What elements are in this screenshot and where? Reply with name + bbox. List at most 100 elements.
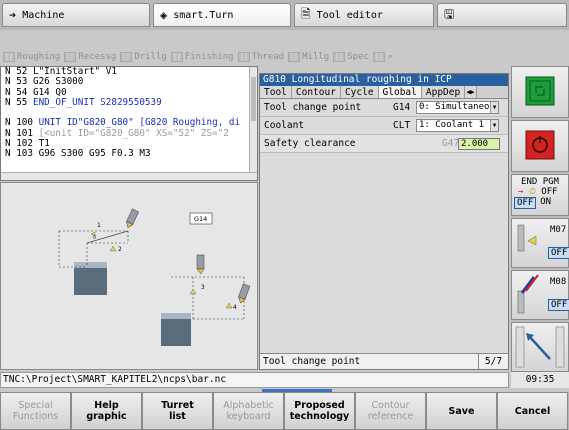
cancel-softkey[interactable]: Cancel (497, 392, 568, 430)
m07-coolant-button[interactable]: M07 OFF (511, 218, 569, 268)
special-functions-softkey[interactable]: Special Functions (0, 392, 71, 430)
softkey-bar: Special Functions Help graphic Turret li… (0, 392, 569, 430)
tab-cycle[interactable]: Cycle (340, 86, 379, 98)
chevron-down-icon[interactable]: ▼ (490, 102, 498, 113)
contour-reference-softkey[interactable]: Contour reference (355, 392, 426, 430)
help-graphic: G14 1 2 0 3 4 (0, 182, 258, 370)
arrow-right-icon: ➔ (9, 8, 17, 22)
row-safety-clearance: Safety clearance G47 2.000 (260, 135, 508, 153)
tool-change-point-label: Tool change point (264, 102, 362, 113)
m07-off-badge: OFF (548, 247, 569, 259)
mode-tab-bar: ➔ Machine ◈ smart.Turn 🗎 Tool editor 🖫 (0, 0, 569, 30)
tab-smart-turn-label: smart.Turn (173, 9, 234, 21)
off-option[interactable]: OFF (514, 197, 537, 209)
grid-icon (288, 51, 301, 62)
coolant-select[interactable]: 1: Coolant 1 c ▼ (416, 119, 499, 132)
tab-tool-editor[interactable]: 🗎 Tool editor (294, 3, 434, 27)
cycle-label: Thread (251, 51, 285, 62)
end-pgm-off-label: OFF (541, 187, 558, 197)
nc-stop-button[interactable] (511, 120, 569, 172)
tab-global[interactable]: Global (378, 86, 422, 98)
end-pgm-label: END PGM (521, 177, 559, 187)
grid-icon (170, 51, 183, 62)
chevron-down-icon[interactable]: ▼ (490, 120, 498, 131)
dialog-title: G810 Longitudinal roughing in ICP (260, 74, 508, 86)
tool-holder-3 (238, 283, 251, 304)
alphabetic-keyboard-softkey[interactable]: Alphabetic keyboard (213, 392, 284, 430)
dialog-status-bar: Tool change point 5/7 (260, 353, 508, 369)
cycle-milling[interactable]: Millg (288, 51, 330, 62)
machine-side-panel: END PGM → ⏲ OFF OFF ON M07 OFF M08 OFF (511, 66, 569, 372)
g14-label: G14 (194, 215, 207, 223)
turret-list-softkey[interactable]: Turret list (142, 392, 213, 430)
cycle-finishing[interactable]: Finishing (170, 51, 234, 62)
diamond-arrow-icon: ◈ (160, 8, 168, 22)
document-icon: 🗎 (301, 6, 311, 21)
cycle-label: ↗ (386, 51, 393, 62)
line-text: END_OF_UNIT S2829550539 (27, 96, 162, 108)
coolant-gcode: CLT (393, 120, 411, 131)
cycle-label: Drillg (134, 51, 167, 62)
vertical-scrollbar[interactable] (249, 67, 257, 180)
arrow-diagonal-icon (515, 326, 565, 368)
cycle-group-bar: Roughing Recessg Drillg Finishing Thread… (0, 49, 509, 64)
tab-contour[interactable]: Contour (291, 86, 341, 98)
move-label-4: 4 (233, 304, 237, 311)
coolant-value: 1: Coolant 1 c (419, 120, 495, 130)
cycle-label: Millg (302, 51, 330, 62)
cycle-drilling[interactable]: Drillg (120, 51, 167, 62)
grid-icon (237, 51, 250, 62)
save-softkey[interactable]: Save (426, 392, 497, 430)
nc-stop-icon (525, 130, 555, 160)
cycle-recessing[interactable]: Recessg (64, 51, 116, 62)
tab-smart-turn[interactable]: ◈ smart.Turn (153, 3, 291, 27)
status-text: Tool change point (263, 356, 361, 367)
m08-off-badge: OFF (548, 299, 569, 311)
tab-machine-label: Machine (22, 9, 65, 21)
tool-change-graphic: G14 1 2 0 3 4 (58, 208, 251, 346)
line-text: [<unit ID="G820_G80" XS="52" ZS="2 (33, 127, 229, 139)
help-graphic-softkey[interactable]: Help graphic (71, 392, 142, 430)
scroll-thumb[interactable] (251, 77, 256, 121)
horizontal-scrollbar[interactable] (1, 172, 257, 180)
program-line[interactable]: N 55 END_OF_UNIT S2829550539 (1, 96, 257, 108)
tab-tool-editor-label: Tool editor (316, 9, 383, 21)
cycle-label: Finishing (184, 51, 234, 62)
grid-icon (372, 51, 385, 62)
tab-scroll-arrows-icon[interactable]: ◀▶ (465, 86, 477, 98)
move-label-3: 3 (201, 284, 205, 291)
coolant-label: Coolant (264, 120, 305, 131)
workpiece-left-highlight (74, 262, 107, 268)
feed-override-button[interactable] (511, 322, 569, 372)
file-path-bar: TNC:\Project\SMART_KAPITEL2\ncps\bar.nc (0, 372, 509, 388)
cycle-thread[interactable]: Thread (237, 51, 285, 62)
cycle-roughing[interactable]: Roughing (3, 51, 61, 62)
safety-clearance-input[interactable]: 2.000 (458, 137, 500, 150)
cycle-more[interactable]: ↗ (372, 51, 393, 62)
grid-icon (333, 51, 346, 62)
tab-appdep[interactable]: AppDep (421, 86, 466, 98)
m07-label: M07 (550, 225, 567, 235)
on-option[interactable]: ON (540, 197, 551, 209)
tool-holder-1 (126, 208, 140, 229)
grid-icon (3, 51, 15, 62)
cycle-dialog: G810 Longitudinal roughing in ICP Tool C… (259, 73, 509, 370)
end-pgm-toggle[interactable]: END PGM → ⏲ OFF OFF ON (511, 174, 569, 216)
tab-machine[interactable]: ➔ Machine (2, 3, 150, 27)
row-coolant: Coolant CLT 1: Coolant 1 c ▼ (260, 117, 508, 135)
cycle-special[interactable]: Spec (333, 51, 369, 62)
tab-save[interactable]: 🖫 (437, 3, 567, 27)
program-line[interactable]: N 103 G96 S300 G95 F0.3 M3 (1, 149, 257, 159)
tool-change-point-select[interactable]: 0: Simultaneou ▼ (416, 101, 499, 114)
save-disk-icon: 🖫 (444, 6, 455, 21)
cycle-label: Roughing (17, 51, 61, 62)
nc-start-button[interactable] (511, 66, 569, 118)
tab-tool[interactable]: Tool (260, 86, 292, 98)
line-number: N 103 (5, 148, 33, 160)
nc-program-editor[interactable]: N 52 L"InitStart" V1 N 53 G26 S3000 N 54… (0, 66, 258, 181)
m08-coolant-button[interactable]: M08 OFF (511, 270, 569, 320)
safety-clearance-gcode: G47 (442, 138, 460, 149)
proposed-technology-softkey[interactable]: Proposed technology (284, 392, 355, 430)
move-label-1: 1 (97, 222, 101, 229)
row-tool-change-point: Tool change point G14 0: Simultaneou ▼ (260, 99, 508, 117)
